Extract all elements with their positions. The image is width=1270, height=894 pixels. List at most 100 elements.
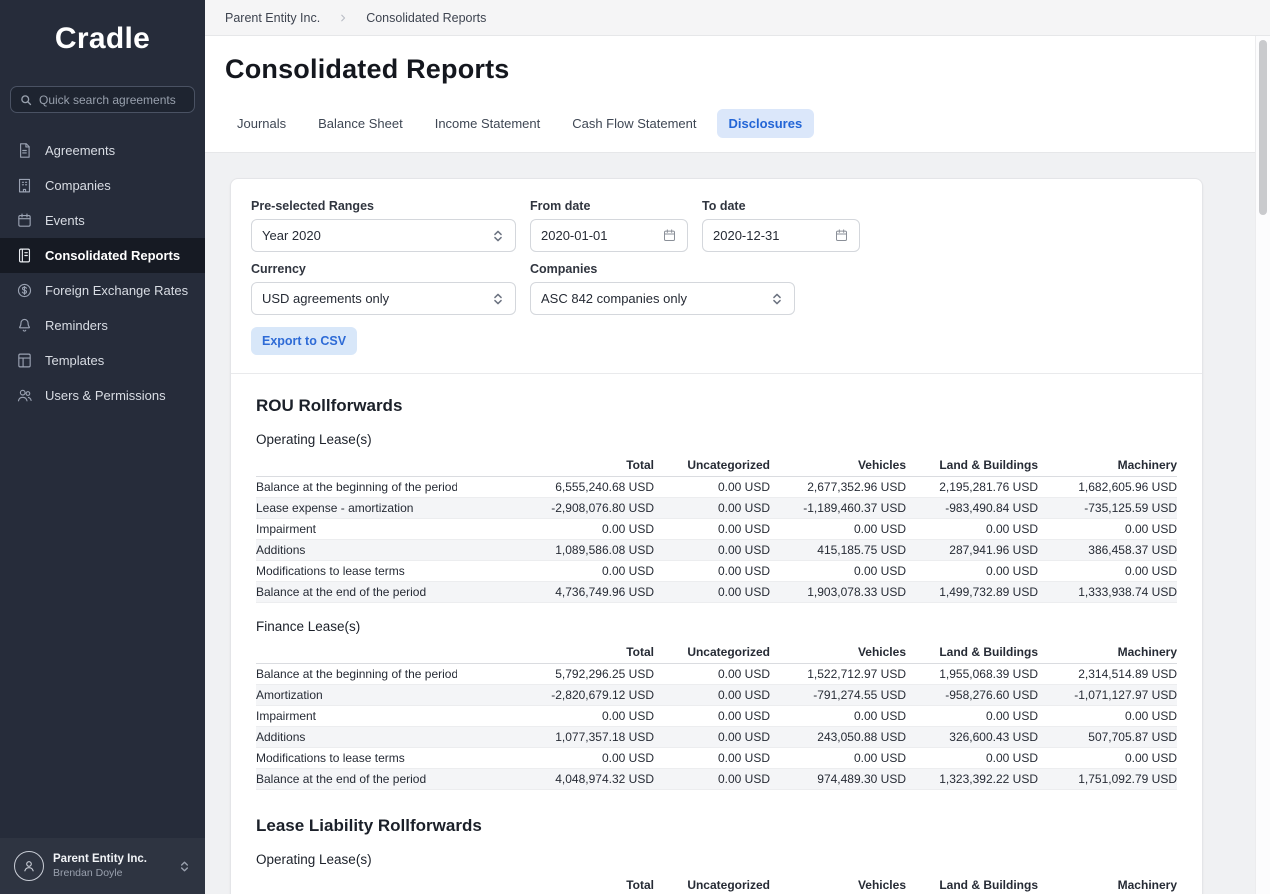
cell-value: -791,274.55 USD [778, 685, 914, 706]
sidebar-item-label: Reminders [45, 318, 108, 333]
currency-select[interactable]: USD agreements only [251, 282, 516, 315]
from-date-input[interactable] [530, 219, 688, 252]
sidebar-item-templates[interactable]: Templates [0, 343, 205, 378]
export-csv-button[interactable]: Export to CSV [251, 327, 357, 355]
tab-disclosures[interactable]: Disclosures [717, 109, 815, 138]
column-header [256, 455, 457, 477]
sidebar-item-foreign-exchange-rates[interactable]: Foreign Exchange Rates [0, 273, 205, 308]
filters-section: Pre-selected Ranges Year 2020 From date [231, 179, 1202, 374]
column-header [256, 642, 457, 664]
tab-journals[interactable]: Journals [225, 109, 298, 138]
report-panel: Pre-selected Ranges Year 2020 From date [230, 178, 1203, 894]
cell-value: 386,458.37 USD [1046, 540, 1177, 561]
tab-income-statement[interactable]: Income Statement [423, 109, 553, 138]
tab-balance-sheet[interactable]: Balance Sheet [306, 109, 415, 138]
sidebar-item-agreements[interactable]: Agreements [0, 133, 205, 168]
app-logo: Cradle [0, 22, 205, 56]
calendar-icon[interactable] [662, 228, 677, 243]
bell-icon [16, 317, 33, 334]
sidebar-item-events[interactable]: Events [0, 203, 205, 238]
cell-value: 0.00 USD [1046, 748, 1177, 769]
column-header: Total [457, 642, 662, 664]
tab-cash-flow-statement[interactable]: Cash Flow Statement [560, 109, 708, 138]
table-row: Balance at the end of the period4,048,97… [256, 769, 1177, 790]
cell-value: 0.00 USD [457, 561, 662, 582]
cell-value: 1,903,078.33 USD [778, 582, 914, 603]
column-header: Uncategorized [662, 875, 778, 894]
cell-value: -2,820,679.12 USD [457, 685, 662, 706]
cell-value: 1,682,605.96 USD [1046, 477, 1177, 498]
sidebar-item-consolidated-reports[interactable]: Consolidated Reports [0, 238, 205, 273]
table-row: Balance at the beginning of the period5,… [256, 664, 1177, 685]
cell-value: 0.00 USD [1046, 706, 1177, 727]
cell-value: 2,314,514.89 USD [1046, 664, 1177, 685]
cell-value: 0.00 USD [662, 519, 778, 540]
cell-value: 0.00 USD [662, 540, 778, 561]
calendar-icon[interactable] [834, 228, 849, 243]
table-row: Additions1,089,586.08 USD0.00 USD415,185… [256, 540, 1177, 561]
report-tabs: Journals Balance Sheet Income Statement … [225, 109, 1250, 138]
sidebar-item-reminders[interactable]: Reminders [0, 308, 205, 343]
cell-value: 974,489.30 USD [778, 769, 914, 790]
header-row: TotalUncategorizedVehiclesLand & Buildin… [256, 875, 1177, 894]
account-company: Parent Entity Inc. [53, 852, 169, 867]
to-date-input[interactable] [702, 219, 860, 252]
column-header: Land & Buildings [914, 455, 1046, 477]
to-date-label: To date [702, 199, 860, 213]
column-header: Land & Buildings [914, 642, 1046, 664]
cell-value: 1,323,392.22 USD [914, 769, 1046, 790]
cell-value: 0.00 USD [662, 582, 778, 603]
column-header: Vehicles [778, 455, 914, 477]
cell-value: 1,955,068.39 USD [914, 664, 1046, 685]
column-header [256, 875, 457, 894]
cell-value: 243,050.88 USD [778, 727, 914, 748]
range-select[interactable]: Year 2020 [251, 219, 516, 252]
sidebar-item-companies[interactable]: Companies [0, 168, 205, 203]
cell-value: 0.00 USD [914, 706, 1046, 727]
cell-value: 2,195,281.76 USD [914, 477, 1046, 498]
cell-value: 0.00 USD [662, 664, 778, 685]
range-value: Year 2020 [262, 228, 321, 243]
from-date-label: From date [530, 199, 688, 213]
cell-value: -958,276.60 USD [914, 685, 1046, 706]
table-body: Balance at the beginning of the period6,… [256, 477, 1177, 603]
cell-value: 0.00 USD [662, 769, 778, 790]
cell-value: 0.00 USD [778, 519, 914, 540]
to-date-value[interactable] [713, 228, 826, 243]
column-header: Total [457, 455, 662, 477]
range-field: Pre-selected Ranges Year 2020 [251, 199, 516, 252]
cell-value: 287,941.96 USD [914, 540, 1046, 561]
chevron-right-icon [338, 13, 348, 23]
table-header: TotalUncategorizedVehiclesLand & Buildin… [256, 642, 1177, 664]
building-icon [16, 177, 33, 194]
cell-value: 415,185.75 USD [778, 540, 914, 561]
row-label: Impairment [256, 519, 457, 540]
table-header: TotalUncategorizedVehiclesLand & Buildin… [256, 455, 1177, 477]
currency-value: USD agreements only [262, 291, 389, 306]
avatar [14, 851, 44, 881]
document-icon [16, 142, 33, 159]
cell-value: 4,048,974.32 USD [457, 769, 662, 790]
users-icon [16, 387, 33, 404]
cell-value: 0.00 USD [1046, 561, 1177, 582]
page-header: Consolidated Reports Journals Balance Sh… [205, 36, 1270, 153]
scrollbar[interactable] [1255, 36, 1270, 894]
breadcrumb-item-parent-entity[interactable]: Parent Entity Inc. [225, 11, 320, 25]
sidebar-item-users-permissions[interactable]: Users & Permissions [0, 378, 205, 413]
cell-value: 2,677,352.96 USD [778, 477, 914, 498]
cell-value: 0.00 USD [914, 561, 1046, 582]
currency-label: Currency [251, 262, 516, 276]
companies-select[interactable]: ASC 842 companies only [530, 282, 795, 315]
scrollbar-thumb[interactable] [1259, 40, 1267, 215]
table-row: Amortization-2,820,679.12 USD0.00 USD-79… [256, 685, 1177, 706]
cell-value: 1,522,712.97 USD [778, 664, 914, 685]
account-menu[interactable]: Parent Entity Inc. Brendan Doyle [0, 838, 205, 894]
sidebar-search[interactable] [10, 86, 195, 113]
header-row: TotalUncategorizedVehiclesLand & Buildin… [256, 455, 1177, 477]
from-date-value[interactable] [541, 228, 654, 243]
cell-value: 0.00 USD [662, 706, 778, 727]
search-input[interactable] [39, 93, 185, 107]
section-title: Lease Liability Rollforwards [256, 816, 1177, 836]
account-user: Brendan Doyle [53, 867, 169, 881]
section-title: ROU Rollforwards [256, 396, 1177, 416]
